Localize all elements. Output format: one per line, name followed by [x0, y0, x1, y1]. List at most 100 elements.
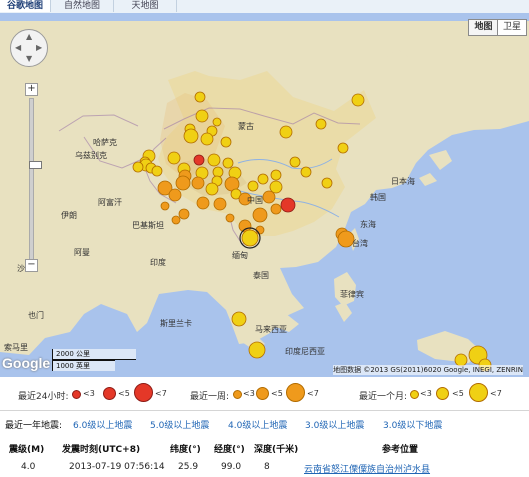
cell-longitude: 99.0	[221, 462, 242, 472]
earthquake-marker[interactable]	[183, 128, 199, 144]
label-iran: 伊朗	[61, 210, 77, 220]
year-link-3below[interactable]: 3.0级以下地震	[383, 418, 442, 431]
zoom-in-button[interactable]: +	[25, 83, 38, 96]
year-link-3plus[interactable]: 3.0级以上地震	[305, 418, 364, 431]
earthquake-marker[interactable]	[270, 169, 282, 181]
earthquake-marker[interactable]	[337, 142, 349, 154]
cell-location-link[interactable]: 云南省怒江傈僳族自治州泸水县	[304, 462, 430, 475]
tab-bar: 谷歌地图 自然地图 天地图	[0, 0, 529, 14]
tab-tianditu-map[interactable]: 天地图	[114, 0, 177, 12]
earthquake-marker[interactable]	[222, 157, 234, 169]
pan-down-icon[interactable]: ▼	[26, 55, 32, 63]
pan-right-icon[interactable]: ▶	[36, 44, 42, 52]
tab-google-map[interactable]: 谷歌地图	[0, 0, 51, 12]
earthquake-marker[interactable]	[160, 201, 170, 211]
year-link-5plus[interactable]: 5.0级以上地震	[150, 418, 209, 431]
recent-year-title: 最近一年地震:	[5, 421, 63, 431]
earthquake-marker[interactable]	[200, 132, 214, 146]
earthquake-marker[interactable]	[321, 177, 333, 189]
map-type-map-button[interactable]: 地图	[468, 19, 499, 36]
earthquake-map[interactable]: 蒙古 中国 韩国 日本海 东海 台湾 菲律宾 缅甸 泰国 马来西亚 印度尼西亚 …	[0, 13, 529, 377]
pan-control[interactable]: ▲ ◀ ▶ ▼	[10, 29, 48, 67]
label-india: 印度	[150, 257, 166, 267]
scale-bar: 2000 公里 1000 英里	[52, 349, 162, 373]
earthquake-marker[interactable]	[247, 180, 259, 192]
earthquake-marker[interactable]	[279, 125, 293, 139]
earthquake-marker[interactable]	[255, 225, 265, 235]
label-philippines: 菲律宾	[340, 289, 364, 299]
earthquake-marker[interactable]	[167, 151, 181, 165]
legend-week-title: 最近一周:	[190, 392, 230, 402]
label-sri-lanka: 斯里兰卡	[160, 318, 192, 328]
label-yemen: 也门	[28, 310, 44, 320]
legend-bar: 最近24小时: <3 <5 <7 最近一周: <3 <5 <7 最近一个月: <…	[0, 378, 529, 411]
earthquake-marker[interactable]	[171, 215, 181, 225]
label-china: 中国	[247, 195, 263, 205]
zoom-slider-thumb[interactable]	[29, 161, 42, 169]
legend-24h-lt7: <7	[155, 389, 167, 398]
earthquake-marker[interactable]	[262, 190, 276, 204]
earthquake-marker[interactable]	[351, 93, 365, 107]
earthquake-marker[interactable]	[205, 182, 219, 196]
earthquake-marker[interactable]	[195, 109, 209, 123]
earthquake-marker[interactable]	[231, 311, 247, 327]
earthquake-marker[interactable]	[269, 180, 283, 194]
earthquake-marker[interactable]	[212, 166, 224, 178]
year-link-4plus[interactable]: 4.0级以上地震	[228, 418, 287, 431]
earthquake-marker[interactable]	[257, 173, 269, 185]
earthquake-marker[interactable]	[207, 153, 221, 167]
earthquake-marker[interactable]	[270, 203, 282, 215]
earthquake-marker[interactable]	[151, 165, 163, 177]
label-malaysia: 马来西亚	[255, 325, 287, 334]
cell-depth: 8	[264, 462, 270, 472]
legend-month-title: 最近一个月:	[359, 392, 408, 402]
tab-natural-map[interactable]: 自然地图	[51, 0, 114, 12]
earthquake-marker[interactable]	[300, 166, 312, 178]
earthquake-marker[interactable]	[241, 229, 259, 247]
pan-left-icon[interactable]: ◀	[15, 44, 21, 52]
label-taiwan: 台湾	[352, 238, 368, 248]
cell-magnitude: 4.0	[21, 462, 36, 472]
zoom-out-button[interactable]: −	[25, 259, 38, 272]
zoom-slider[interactable]	[29, 98, 42, 260]
earthquake-marker[interactable]	[315, 118, 327, 130]
earthquake-marker[interactable]	[213, 197, 227, 211]
earthquake-marker[interactable]	[280, 197, 296, 213]
legend-week-large-dot	[286, 383, 305, 402]
japan-islands	[419, 150, 452, 186]
header-magnitude: 震级(M)	[9, 445, 45, 455]
earthquake-marker[interactable]	[252, 207, 268, 223]
label-oman: 阿曼	[74, 248, 90, 257]
earthquake-marker[interactable]	[193, 154, 205, 166]
earthquake-marker[interactable]	[196, 196, 210, 210]
label-uzbekistan: 乌兹别克	[75, 150, 107, 160]
label-indonesia: 印度尼西亚	[285, 346, 325, 356]
legend-24h-large-dot	[134, 383, 153, 402]
earthquake-marker[interactable]	[225, 213, 235, 223]
legend-week-lt5: <5	[271, 389, 283, 398]
scale-mi-label: 1000 英里	[52, 360, 115, 371]
map-type-satellite-button[interactable]: 卫星	[497, 19, 527, 36]
legend-month-lt7: <7	[490, 389, 502, 398]
recent-year-links: 最近一年地震: 6.0级以上地震 5.0级以上地震 4.0级以上地震 3.0级以…	[0, 416, 529, 432]
earthquake-marker[interactable]	[220, 136, 232, 148]
earthquake-marker[interactable]	[178, 208, 190, 220]
year-link-6plus[interactable]: 6.0级以上地震	[73, 418, 132, 431]
top-ocean-edge	[0, 13, 529, 21]
earthquake-marker[interactable]	[168, 188, 182, 202]
earthquake-marker[interactable]	[175, 175, 191, 191]
earthquake-marker[interactable]	[191, 176, 205, 190]
google-logo: Google	[2, 355, 51, 371]
zoom-control[interactable]: + −	[25, 83, 42, 272]
earthquake-marker[interactable]	[212, 117, 222, 127]
earthquake-marker[interactable]	[289, 156, 301, 168]
earthquake-marker[interactable]	[194, 91, 206, 103]
label-thailand: 泰国	[253, 270, 269, 280]
header-latitude: 纬度(°)	[170, 445, 201, 455]
pan-up-icon[interactable]: ▲	[26, 33, 32, 41]
legend-week-medium-dot	[256, 387, 269, 400]
earthquake-marker[interactable]	[248, 341, 266, 359]
earthquake-marker[interactable]	[132, 161, 144, 173]
label-pakistan: 巴基斯坦	[132, 220, 164, 230]
table-row: 4.0 2013-07-19 07:56:14 25.9 99.0 8 云南省怒…	[0, 459, 529, 475]
